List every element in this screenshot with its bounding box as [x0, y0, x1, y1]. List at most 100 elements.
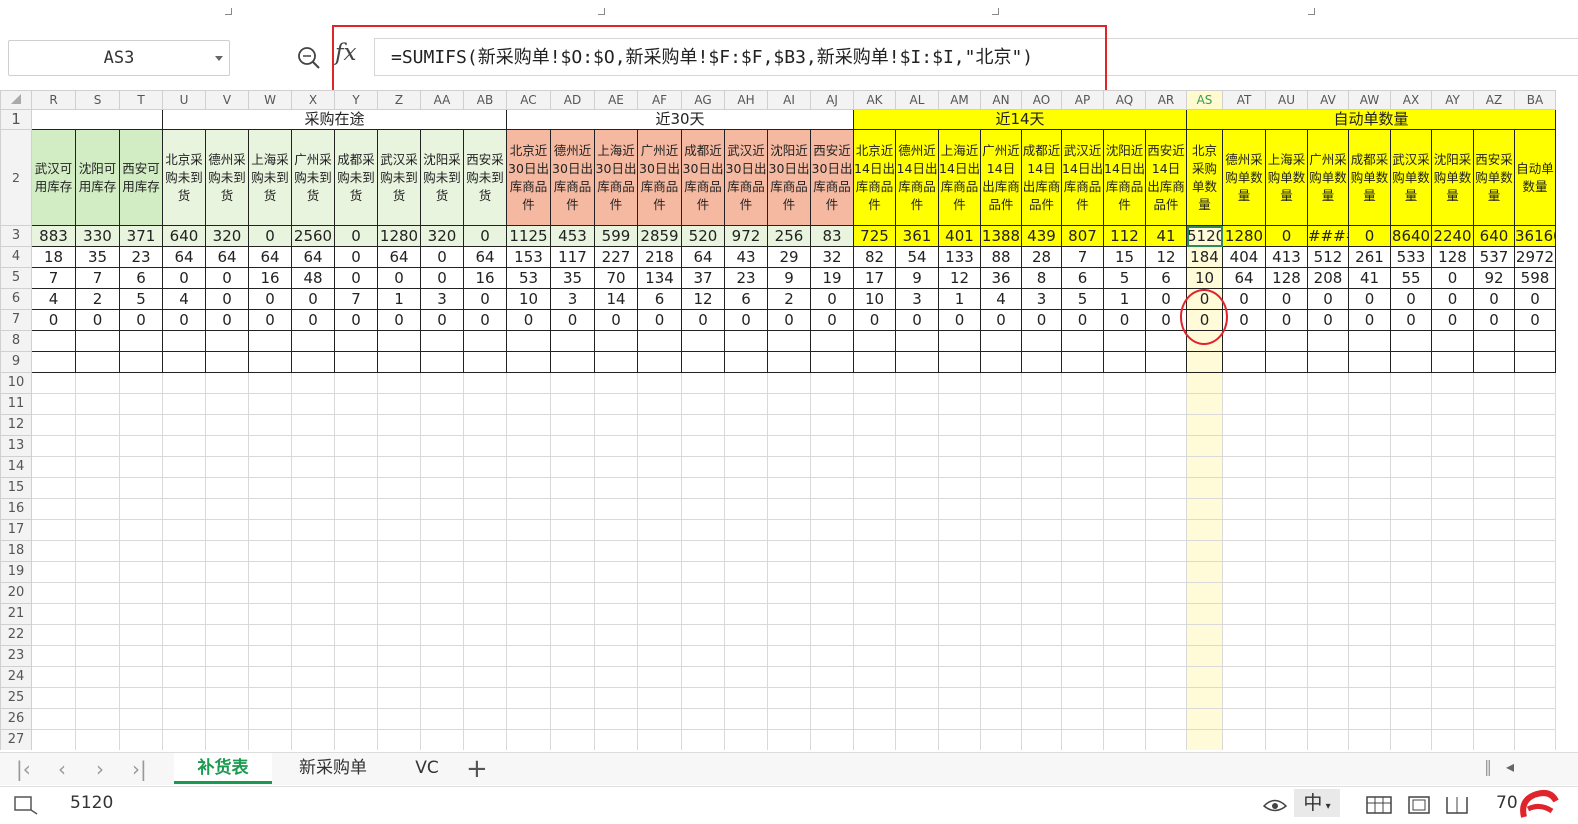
column-header-ar[interactable]: AR [1146, 91, 1187, 110]
table-cell[interactable]: 6 [1146, 268, 1187, 289]
table-cell[interactable]: 725 [854, 226, 896, 247]
table-cell[interactable] [1349, 625, 1391, 646]
table-cell[interactable] [206, 646, 249, 667]
table-cell[interactable]: 0 [1104, 310, 1146, 331]
table-cell[interactable]: 0 [1146, 310, 1187, 331]
table-cell[interactable] [1022, 688, 1062, 709]
table-cell[interactable] [76, 604, 120, 625]
column-title-cell[interactable]: 北京采购未到货 [163, 130, 206, 226]
table-cell[interactable]: 0 [1515, 310, 1556, 331]
column-title-cell[interactable]: 成都近30日出库商品件 [682, 130, 725, 226]
table-cell[interactable]: 0 [378, 268, 421, 289]
table-cell[interactable] [768, 436, 811, 457]
row-header[interactable]: 10 [1, 373, 32, 394]
table-cell[interactable] [1187, 604, 1223, 625]
table-cell[interactable] [682, 394, 725, 415]
table-cell[interactable] [464, 415, 507, 436]
table-cell[interactable] [1391, 331, 1432, 352]
table-cell[interactable] [768, 667, 811, 688]
table-cell[interactable] [768, 709, 811, 730]
table-cell[interactable] [32, 520, 76, 541]
table-cell[interactable] [981, 730, 1022, 751]
table-cell[interactable] [1474, 415, 1515, 436]
column-title-cell[interactable]: 武汉近14日出库商品件 [1062, 130, 1104, 226]
table-cell[interactable] [249, 604, 292, 625]
table-cell[interactable] [768, 688, 811, 709]
table-cell[interactable] [981, 583, 1022, 604]
table-cell[interactable] [32, 583, 76, 604]
table-cell[interactable]: 3 [896, 289, 939, 310]
table-cell[interactable] [1349, 436, 1391, 457]
table-cell[interactable] [595, 688, 638, 709]
table-cell[interactable] [1391, 352, 1432, 373]
table-cell[interactable] [768, 478, 811, 499]
table-cell[interactable] [896, 415, 939, 436]
table-cell[interactable] [421, 499, 464, 520]
table-cell[interactable]: 218 [638, 247, 682, 268]
table-cell[interactable] [1223, 331, 1266, 352]
table-cell[interactable] [1432, 583, 1474, 604]
table-cell[interactable] [1146, 583, 1187, 604]
table-cell[interactable] [76, 331, 120, 352]
table-cell[interactable] [1104, 646, 1146, 667]
table-cell[interactable] [638, 499, 682, 520]
table-cell[interactable] [896, 457, 939, 478]
table-cell[interactable] [120, 562, 163, 583]
table-cell[interactable] [163, 499, 206, 520]
table-cell[interactable] [1104, 415, 1146, 436]
table-cell[interactable] [1187, 415, 1223, 436]
column-header-aq[interactable]: AQ [1104, 91, 1146, 110]
table-cell[interactable]: 2 [768, 289, 811, 310]
table-cell[interactable]: 0 [335, 268, 378, 289]
table-cell[interactable] [335, 331, 378, 352]
table-cell[interactable] [378, 415, 421, 436]
table-cell[interactable] [725, 709, 768, 730]
table-cell[interactable] [1432, 373, 1474, 394]
table-cell[interactable] [32, 604, 76, 625]
table-cell[interactable] [939, 541, 981, 562]
table-cell[interactable]: 0 [1308, 310, 1349, 331]
table-cell[interactable]: 520 [682, 226, 725, 247]
table-cell[interactable] [1187, 520, 1223, 541]
table-cell[interactable] [464, 646, 507, 667]
row-header[interactable]: 1 [1, 110, 32, 130]
table-cell[interactable]: 0 [1349, 289, 1391, 310]
table-cell[interactable] [725, 415, 768, 436]
table-cell[interactable]: 12 [682, 289, 725, 310]
table-cell[interactable]: 23 [120, 247, 163, 268]
table-cell[interactable] [1391, 541, 1432, 562]
table-cell[interactable] [1349, 415, 1391, 436]
table-cell[interactable] [1266, 394, 1308, 415]
table-cell[interactable] [768, 583, 811, 604]
row-header[interactable]: 26 [1, 709, 32, 730]
column-header-ay[interactable]: AY [1432, 91, 1474, 110]
table-cell[interactable] [1266, 436, 1308, 457]
table-cell[interactable] [292, 709, 335, 730]
table-cell[interactable] [1349, 583, 1391, 604]
table-cell[interactable] [811, 541, 854, 562]
table-cell[interactable] [32, 625, 76, 646]
table-cell[interactable] [896, 688, 939, 709]
table-cell[interactable] [811, 562, 854, 583]
table-cell[interactable]: 401 [939, 226, 981, 247]
column-header-x[interactable]: X [292, 91, 335, 110]
table-cell[interactable] [981, 352, 1022, 373]
table-cell[interactable] [1432, 688, 1474, 709]
table-cell[interactable] [1104, 520, 1146, 541]
table-cell[interactable]: 2972 [1515, 247, 1556, 268]
table-cell[interactable] [1391, 478, 1432, 499]
table-cell[interactable]: 361 [896, 226, 939, 247]
table-cell[interactable] [682, 499, 725, 520]
table-cell[interactable] [854, 688, 896, 709]
table-cell[interactable] [120, 415, 163, 436]
add-sheet-icon[interactable]: + [466, 754, 488, 784]
table-cell[interactable] [1432, 667, 1474, 688]
table-cell[interactable] [335, 562, 378, 583]
table-cell[interactable] [507, 709, 551, 730]
table-cell[interactable]: 7 [335, 289, 378, 310]
table-cell[interactable] [1062, 352, 1104, 373]
row-header[interactable]: 11 [1, 394, 32, 415]
table-cell[interactable] [249, 709, 292, 730]
table-cell[interactable] [292, 688, 335, 709]
table-cell[interactable] [1223, 415, 1266, 436]
